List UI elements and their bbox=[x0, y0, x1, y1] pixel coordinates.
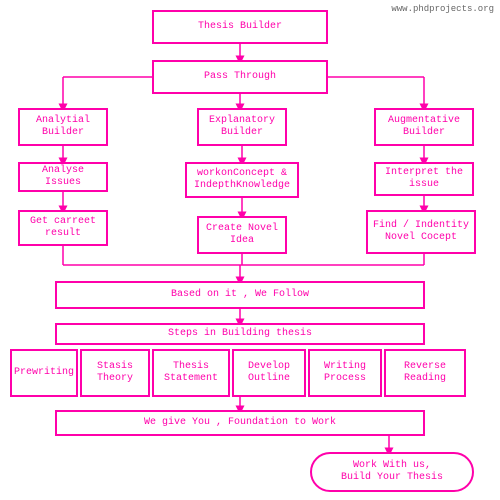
thesis-builder-label: Thesis Builder bbox=[198, 21, 282, 33]
explanatory-builder-box: ExplanatoryBuilder bbox=[197, 108, 287, 146]
get-carreet-label: Get carreetresult bbox=[30, 216, 96, 240]
based-on-it-box: Based on it , We Follow bbox=[55, 281, 425, 309]
analytical-builder-label: AnalytialBuilder bbox=[36, 115, 90, 139]
find-indentity-label: Find / IndentityNovel Cocept bbox=[373, 220, 469, 244]
explanatory-builder-label: ExplanatoryBuilder bbox=[209, 115, 275, 139]
writing-process-label: WritingProcess bbox=[324, 361, 366, 385]
analytical-builder-box: AnalytialBuilder bbox=[18, 108, 108, 146]
find-indentity-box: Find / IndentityNovel Cocept bbox=[366, 210, 476, 254]
diagram-container: www.phdprojects.org bbox=[0, 0, 500, 500]
thesis-builder-box: Thesis Builder bbox=[152, 10, 328, 44]
work-with-us-box: Work With us,Build Your Thesis bbox=[310, 452, 474, 492]
foundation-label: We give You , Foundation to Work bbox=[144, 417, 336, 429]
analyse-issues-box: Analyse Issues bbox=[18, 162, 108, 192]
prewriting-box: Prewriting bbox=[10, 349, 78, 397]
pass-through-box: Pass Through bbox=[152, 60, 328, 94]
augmentative-builder-box: AugmentativeBuilder bbox=[374, 108, 474, 146]
prewriting-label: Prewriting bbox=[14, 367, 74, 379]
analyse-issues-label: Analyse Issues bbox=[22, 165, 104, 189]
interpret-issue-label: Interpret theissue bbox=[385, 167, 463, 191]
work-with-us-label: Work With us,Build Your Thesis bbox=[341, 460, 443, 484]
steps-building-label: Steps in Building thesis bbox=[168, 328, 312, 340]
stasis-theory-box: StasisTheory bbox=[80, 349, 150, 397]
steps-building-box: Steps in Building thesis bbox=[55, 323, 425, 345]
watermark: www.phdprojects.org bbox=[391, 4, 494, 14]
create-novel-label: Create NovelIdea bbox=[206, 223, 278, 247]
foundation-box: We give You , Foundation to Work bbox=[55, 410, 425, 436]
augmentative-builder-label: AugmentativeBuilder bbox=[388, 115, 460, 139]
reverse-reading-label: ReverseReading bbox=[404, 361, 446, 385]
thesis-statement-box: ThesisStatement bbox=[152, 349, 230, 397]
interpret-issue-box: Interpret theissue bbox=[374, 162, 474, 196]
develop-outline-label: DevelopOutline bbox=[248, 361, 290, 385]
get-carreet-box: Get carreetresult bbox=[18, 210, 108, 246]
workon-concept-label: workonConcept &IndepthKnowledge bbox=[194, 168, 290, 192]
develop-outline-box: DevelopOutline bbox=[232, 349, 306, 397]
stasis-theory-label: StasisTheory bbox=[97, 361, 133, 385]
based-on-it-label: Based on it , We Follow bbox=[171, 289, 309, 301]
create-novel-box: Create NovelIdea bbox=[197, 216, 287, 254]
workon-concept-box: workonConcept &IndepthKnowledge bbox=[185, 162, 299, 198]
pass-through-label: Pass Through bbox=[204, 71, 276, 83]
writing-process-box: WritingProcess bbox=[308, 349, 382, 397]
thesis-statement-label: ThesisStatement bbox=[164, 361, 218, 385]
reverse-reading-box: ReverseReading bbox=[384, 349, 466, 397]
